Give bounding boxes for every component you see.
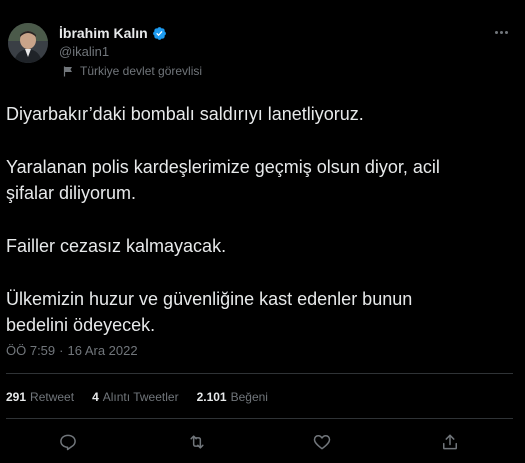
tweet: İbrahim Kalın @ikalin1 Türkiye devlet gö… [0, 0, 525, 463]
tweet-actions [0, 430, 525, 454]
retweets-count: 291 [6, 390, 27, 404]
author-label-text: Türkiye devlet görevlisi [80, 64, 203, 78]
timestamp-separator: · [59, 343, 64, 358]
share-icon[interactable] [438, 430, 462, 454]
quotes-stat[interactable]: 4 Alıntı Tweetler [92, 390, 179, 404]
retweets-label: Retweet [30, 390, 75, 404]
divider [6, 418, 513, 419]
tweet-stats: 291 Retweet 4 Alıntı Tweetler 2.101 Beğe… [6, 390, 268, 404]
avatar-image [8, 23, 48, 63]
flag-icon [63, 66, 74, 77]
tweet-paragraph: Yaralanan polis kardeşlerimize geçmiş ol… [6, 157, 440, 203]
likes-stat[interactable]: 2.101 Beğeni [197, 390, 268, 404]
author-display-name[interactable]: İbrahim Kalın [59, 25, 148, 41]
reply-icon[interactable] [56, 430, 80, 454]
retweets-stat[interactable]: 291 Retweet [6, 390, 74, 404]
like-icon[interactable] [310, 430, 334, 454]
likes-count: 2.101 [196, 390, 227, 404]
tweet-text: Diyarbakır’daki bombalı saldırıyı lanetl… [6, 101, 516, 338]
tweet-paragraph: Failler cezasız kalmayacak. [6, 236, 227, 256]
more-options-icon[interactable] [491, 24, 511, 40]
divider [6, 373, 513, 374]
tweet-paragraph: Ülkemizin huzur ve güvenliğine kast eden… [6, 289, 413, 335]
tweet-date: 16 Ara 2022 [67, 343, 138, 358]
author-name-row: İbrahim Kalın [59, 24, 167, 42]
author-handle[interactable]: @ikalin1 [59, 44, 109, 59]
avatar[interactable] [8, 23, 48, 63]
author-label: Türkiye devlet görevlisi [63, 64, 202, 78]
tweet-paragraph: Diyarbakır’daki bombalı saldırıyı lanetl… [6, 104, 364, 124]
quotes-count: 4 [92, 390, 99, 404]
tweet-timestamp[interactable]: ÖÖ 7:59 · 16 Ara 2022 [6, 343, 138, 358]
quotes-label: Alıntı Tweetler [102, 390, 179, 404]
retweet-icon[interactable] [185, 430, 209, 454]
tweet-time: ÖÖ 7:59 [6, 343, 56, 358]
verified-badge-icon [152, 26, 167, 41]
likes-label: Beğeni [230, 390, 268, 404]
